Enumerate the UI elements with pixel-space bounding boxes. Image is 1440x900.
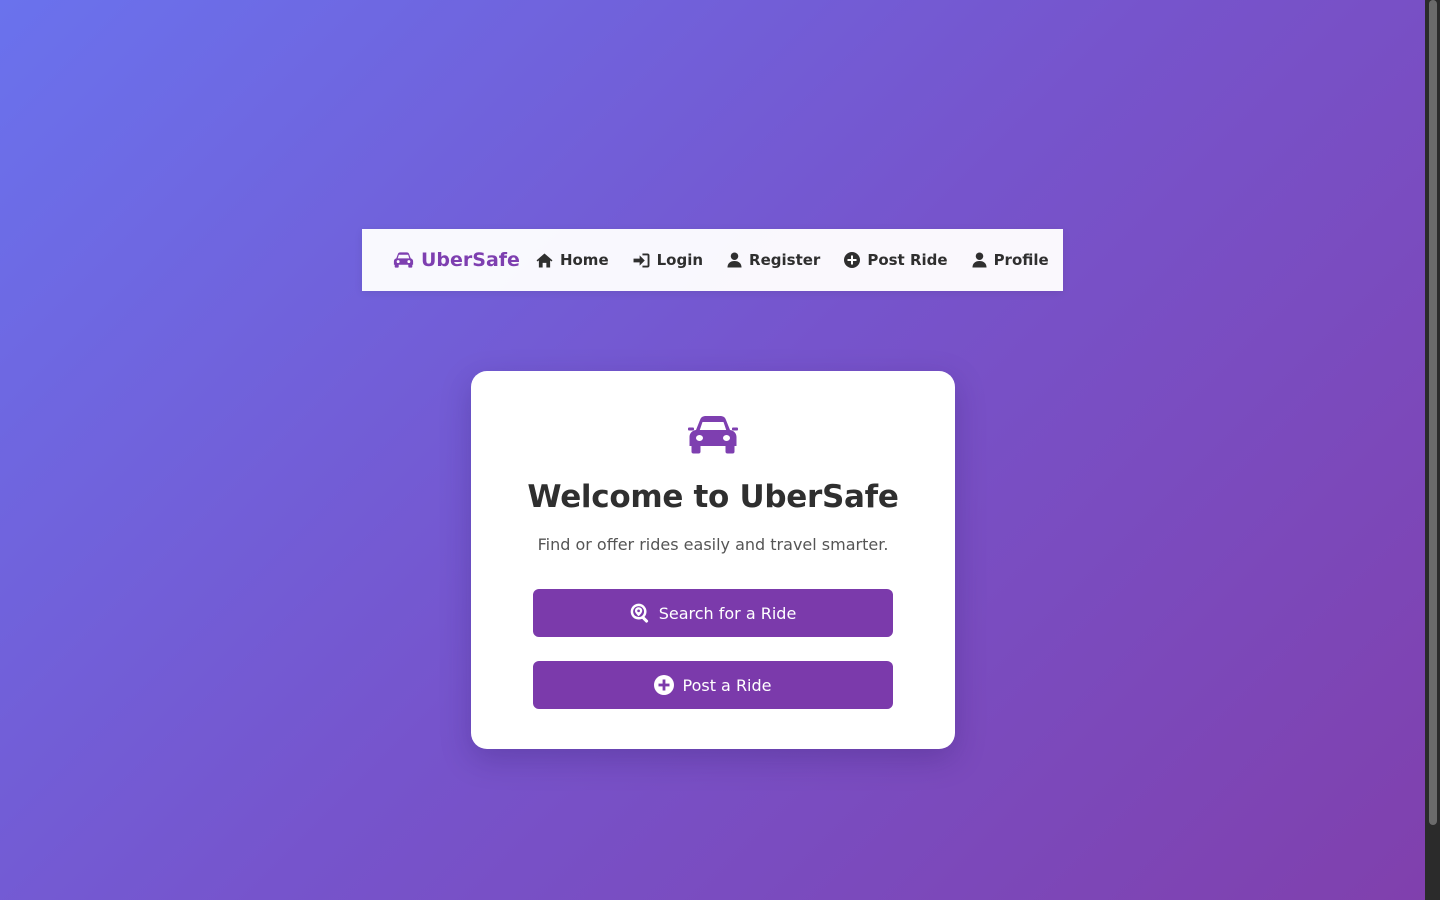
- post-ride-button[interactable]: Post a Ride: [533, 661, 893, 709]
- car-icon: [688, 416, 738, 454]
- plus-circle-icon: [844, 252, 861, 268]
- nav-item-login[interactable]: Login: [633, 251, 703, 269]
- search-ride-button-label: Search for a Ride: [658, 603, 797, 623]
- nav-item-label: Home: [559, 251, 609, 269]
- car-icon: [393, 252, 414, 268]
- nav-item-label: Profile: [993, 251, 1049, 269]
- home-icon: [536, 252, 553, 268]
- nav-item-post-ride[interactable]: Post Ride: [844, 251, 948, 269]
- search-ride-button[interactable]: Search for a Ride: [533, 589, 893, 637]
- page-title: Welcome to UberSafe: [527, 479, 899, 515]
- brand-name: UberSafe: [421, 249, 520, 271]
- navbar: UberSafe Home Login Register Post Ride P…: [362, 229, 1063, 291]
- post-ride-button-label: Post a Ride: [682, 675, 772, 695]
- nav-item-label: Login: [656, 251, 704, 269]
- scrollbar[interactable]: [1425, 0, 1440, 900]
- user-icon: [972, 252, 987, 268]
- page-subtitle: Find or offer rides easily and travel sm…: [537, 535, 889, 554]
- brand-link[interactable]: UberSafe: [393, 249, 520, 271]
- nav-item-home[interactable]: Home: [536, 251, 609, 269]
- nav-item-label: Register: [749, 251, 821, 269]
- scrollbar-thumb[interactable]: [1429, 0, 1437, 825]
- welcome-card: Welcome to UberSafe Find or offer rides …: [471, 371, 955, 749]
- page-background: UberSafe Home Login Register Post Ride P…: [0, 0, 1425, 900]
- sign-in-icon: [633, 252, 650, 268]
- plus-circle-icon: [654, 675, 675, 695]
- nav-item-register[interactable]: Register: [727, 251, 820, 269]
- nav-item-label: Post Ride: [867, 251, 948, 269]
- user-icon: [727, 252, 742, 268]
- search-location-icon: [630, 603, 648, 623]
- nav-item-profile[interactable]: Profile: [972, 251, 1049, 269]
